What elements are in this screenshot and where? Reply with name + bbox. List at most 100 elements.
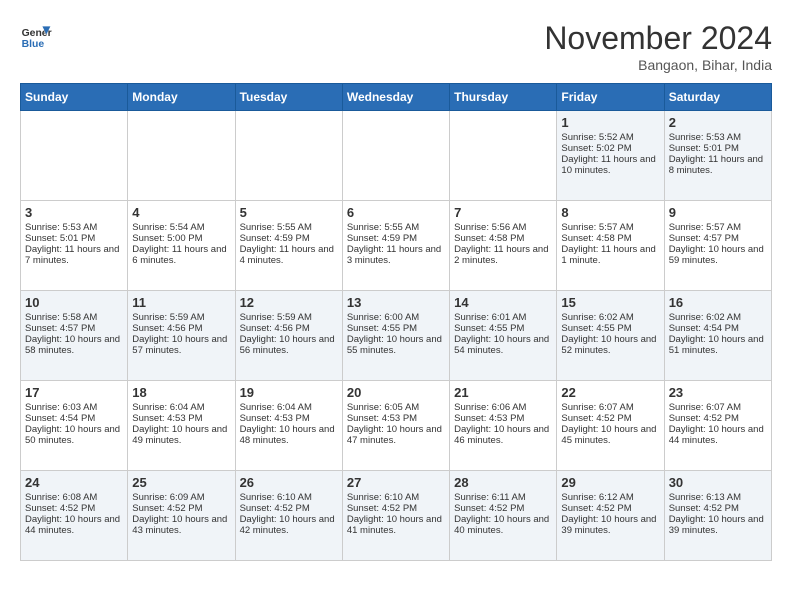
day-number: 8: [561, 205, 659, 220]
calendar-table: SundayMondayTuesdayWednesdayThursdayFrid…: [20, 83, 772, 561]
cell-content: Sunrise: 6:10 AM: [240, 492, 338, 503]
calendar-cell: 19 Sunrise: 6:04 AMSunset: 4:53 PMDayligh…: [235, 381, 342, 471]
cell-content: Sunset: 4:53 PM: [240, 413, 338, 424]
calendar-cell: 2Sunrise: 5:53 AMSunset: 5:01 PMDaylight…: [664, 111, 771, 201]
cell-content: Sunset: 5:02 PM: [561, 143, 659, 154]
day-number: 16: [669, 295, 767, 310]
day-number: 2: [669, 115, 767, 130]
cell-content: Daylight: 11 hours and 10 minutes.: [561, 154, 659, 176]
cell-content: Sunset: 4:54 PM: [25, 413, 123, 424]
calendar-cell: 1Sunrise: 5:52 AMSunset: 5:02 PMDaylight…: [557, 111, 664, 201]
calendar-cell: 9Sunrise: 5:57 AMSunset: 4:57 PMDaylight…: [664, 201, 771, 291]
day-number: 9: [669, 205, 767, 220]
cell-content: Sunset: 4:59 PM: [240, 233, 338, 244]
calendar-cell: 17 Sunrise: 6:03 AMSunset: 4:54 PMDayligh…: [21, 381, 128, 471]
calendar-week-row: 3Sunrise: 5:53 AMSunset: 5:01 PMDaylight…: [21, 201, 772, 291]
cell-content: Sunset: 4:57 PM: [669, 233, 767, 244]
cell-content: Daylight: 10 hours and 51 minutes.: [669, 334, 767, 356]
cell-content: Sunrise: 6:03 AM: [25, 402, 123, 413]
cell-content: Sunrise: 5:52 AM: [561, 132, 659, 143]
day-number: 27: [347, 475, 445, 490]
cell-content: Sunrise: 6:04 AM: [132, 402, 230, 413]
cell-content: Sunset: 4:54 PM: [669, 323, 767, 334]
cell-content: Daylight: 10 hours and 52 minutes.: [561, 334, 659, 356]
cell-content: Daylight: 10 hours and 39 minutes.: [561, 514, 659, 536]
day-number: 29: [561, 475, 659, 490]
weekday-header: Monday: [128, 84, 235, 111]
calendar-cell: 6Sunrise: 5:55 AMSunset: 4:59 PMDaylight…: [342, 201, 449, 291]
cell-content: Daylight: 11 hours and 3 minutes.: [347, 244, 445, 266]
cell-content: Sunset: 4:52 PM: [561, 413, 659, 424]
weekday-header: Tuesday: [235, 84, 342, 111]
cell-content: Sunrise: 5:53 AM: [25, 222, 123, 233]
cell-content: Sunrise: 5:57 AM: [561, 222, 659, 233]
day-number: 18: [132, 385, 230, 400]
calendar-cell: 23Sunrise: 6:07 AMSunset: 4:52 PMDayligh…: [664, 381, 771, 471]
cell-content: Sunset: 4:53 PM: [454, 413, 552, 424]
cell-content: Daylight: 10 hours and 45 minutes.: [561, 424, 659, 446]
cell-content: Daylight: 10 hours and 49 minutes.: [132, 424, 230, 446]
cell-content: Daylight: 10 hours and 48 minutes.: [240, 424, 338, 446]
calendar-cell: 4Sunrise: 5:54 AMSunset: 5:00 PMDaylight…: [128, 201, 235, 291]
day-number: 10: [25, 295, 123, 310]
cell-content: Sunrise: 6:12 AM: [561, 492, 659, 503]
cell-content: Sunrise: 6:07 AM: [561, 402, 659, 413]
calendar-cell: 3Sunrise: 5:53 AMSunset: 5:01 PMDaylight…: [21, 201, 128, 291]
cell-content: Sunset: 4:53 PM: [132, 413, 230, 424]
calendar-cell: 24Sunrise: 6:08 AMSunset: 4:52 PMDayligh…: [21, 471, 128, 561]
calendar-cell: 14Sunrise: 6:01 AMSunset: 4:55 PMDayligh…: [450, 291, 557, 381]
cell-content: Sunset: 4:52 PM: [25, 503, 123, 514]
weekday-header: Wednesday: [342, 84, 449, 111]
cell-content: Sunrise: 6:06 AM: [454, 402, 552, 413]
cell-content: Sunset: 4:52 PM: [669, 413, 767, 424]
day-number: 12: [240, 295, 338, 310]
calendar-week-row: 10Sunrise: 5:58 AMSunset: 4:57 PMDayligh…: [21, 291, 772, 381]
calendar-cell: [235, 111, 342, 201]
calendar-cell: 11Sunrise: 5:59 AMSunset: 4:56 PMDayligh…: [128, 291, 235, 381]
calendar-cell: 18 Sunrise: 6:04 AMSunset: 4:53 PMDayligh…: [128, 381, 235, 471]
cell-content: Sunrise: 6:08 AM: [25, 492, 123, 503]
cell-content: Sunset: 4:52 PM: [240, 503, 338, 514]
cell-content: Daylight: 10 hours and 46 minutes.: [454, 424, 552, 446]
cell-content: Sunrise: 5:59 AM: [132, 312, 230, 323]
day-number: 3: [25, 205, 123, 220]
cell-content: Daylight: 10 hours and 55 minutes.: [347, 334, 445, 356]
cell-content: Daylight: 11 hours and 1 minute.: [561, 244, 659, 266]
calendar-cell: [21, 111, 128, 201]
cell-content: Daylight: 10 hours and 41 minutes.: [347, 514, 445, 536]
month-title: November 2024: [544, 20, 772, 57]
cell-content: Sunset: 4:55 PM: [561, 323, 659, 334]
calendar-cell: 26Sunrise: 6:10 AMSunset: 4:52 PMDayligh…: [235, 471, 342, 561]
cell-content: Sunrise: 6:02 AM: [669, 312, 767, 323]
cell-content: Daylight: 10 hours and 50 minutes.: [25, 424, 123, 446]
day-number: 20: [347, 385, 445, 400]
calendar-week-row: 1Sunrise: 5:52 AMSunset: 5:02 PMDaylight…: [21, 111, 772, 201]
weekday-header: Thursday: [450, 84, 557, 111]
cell-content: Daylight: 10 hours and 57 minutes.: [132, 334, 230, 356]
cell-content: Daylight: 10 hours and 54 minutes.: [454, 334, 552, 356]
cell-content: Sunrise: 6:01 AM: [454, 312, 552, 323]
calendar-cell: [342, 111, 449, 201]
cell-content: Sunset: 4:58 PM: [454, 233, 552, 244]
cell-content: Sunset: 4:58 PM: [561, 233, 659, 244]
calendar-week-row: 17Sunrise: 6:03 AMSunset: 4:54 PMDayligh…: [21, 381, 772, 471]
cell-content: Sunrise: 6:02 AM: [561, 312, 659, 323]
cell-content: Sunset: 4:52 PM: [454, 503, 552, 514]
calendar-cell: 25Sunrise: 6:09 AMSunset: 4:52 PMDayligh…: [128, 471, 235, 561]
cell-content: Sunrise: 5:54 AM: [132, 222, 230, 233]
cell-content: Daylight: 10 hours and 47 minutes.: [347, 424, 445, 446]
calendar-cell: 8 Sunrise: 5:57 AMSunset: 4:58 PMDaylight…: [557, 201, 664, 291]
cell-content: Sunrise: 5:59 AM: [240, 312, 338, 323]
cell-content: Daylight: 10 hours and 44 minutes.: [25, 514, 123, 536]
logo: General Blue: [20, 20, 52, 52]
cell-content: Sunrise: 5:56 AM: [454, 222, 552, 233]
day-number: 17: [25, 385, 123, 400]
calendar-cell: 21 Sunrise: 6:06 AMSunset: 4:53 PMDayligh…: [450, 381, 557, 471]
cell-content: Sunrise: 6:04 AM: [240, 402, 338, 413]
calendar-cell: 30Sunrise: 6:13 AMSunset: 4:52 PMDayligh…: [664, 471, 771, 561]
day-number: 19: [240, 385, 338, 400]
cell-content: Sunrise: 6:13 AM: [669, 492, 767, 503]
day-number: 21: [454, 385, 552, 400]
day-number: 5: [240, 205, 338, 220]
cell-content: Daylight: 10 hours and 42 minutes.: [240, 514, 338, 536]
